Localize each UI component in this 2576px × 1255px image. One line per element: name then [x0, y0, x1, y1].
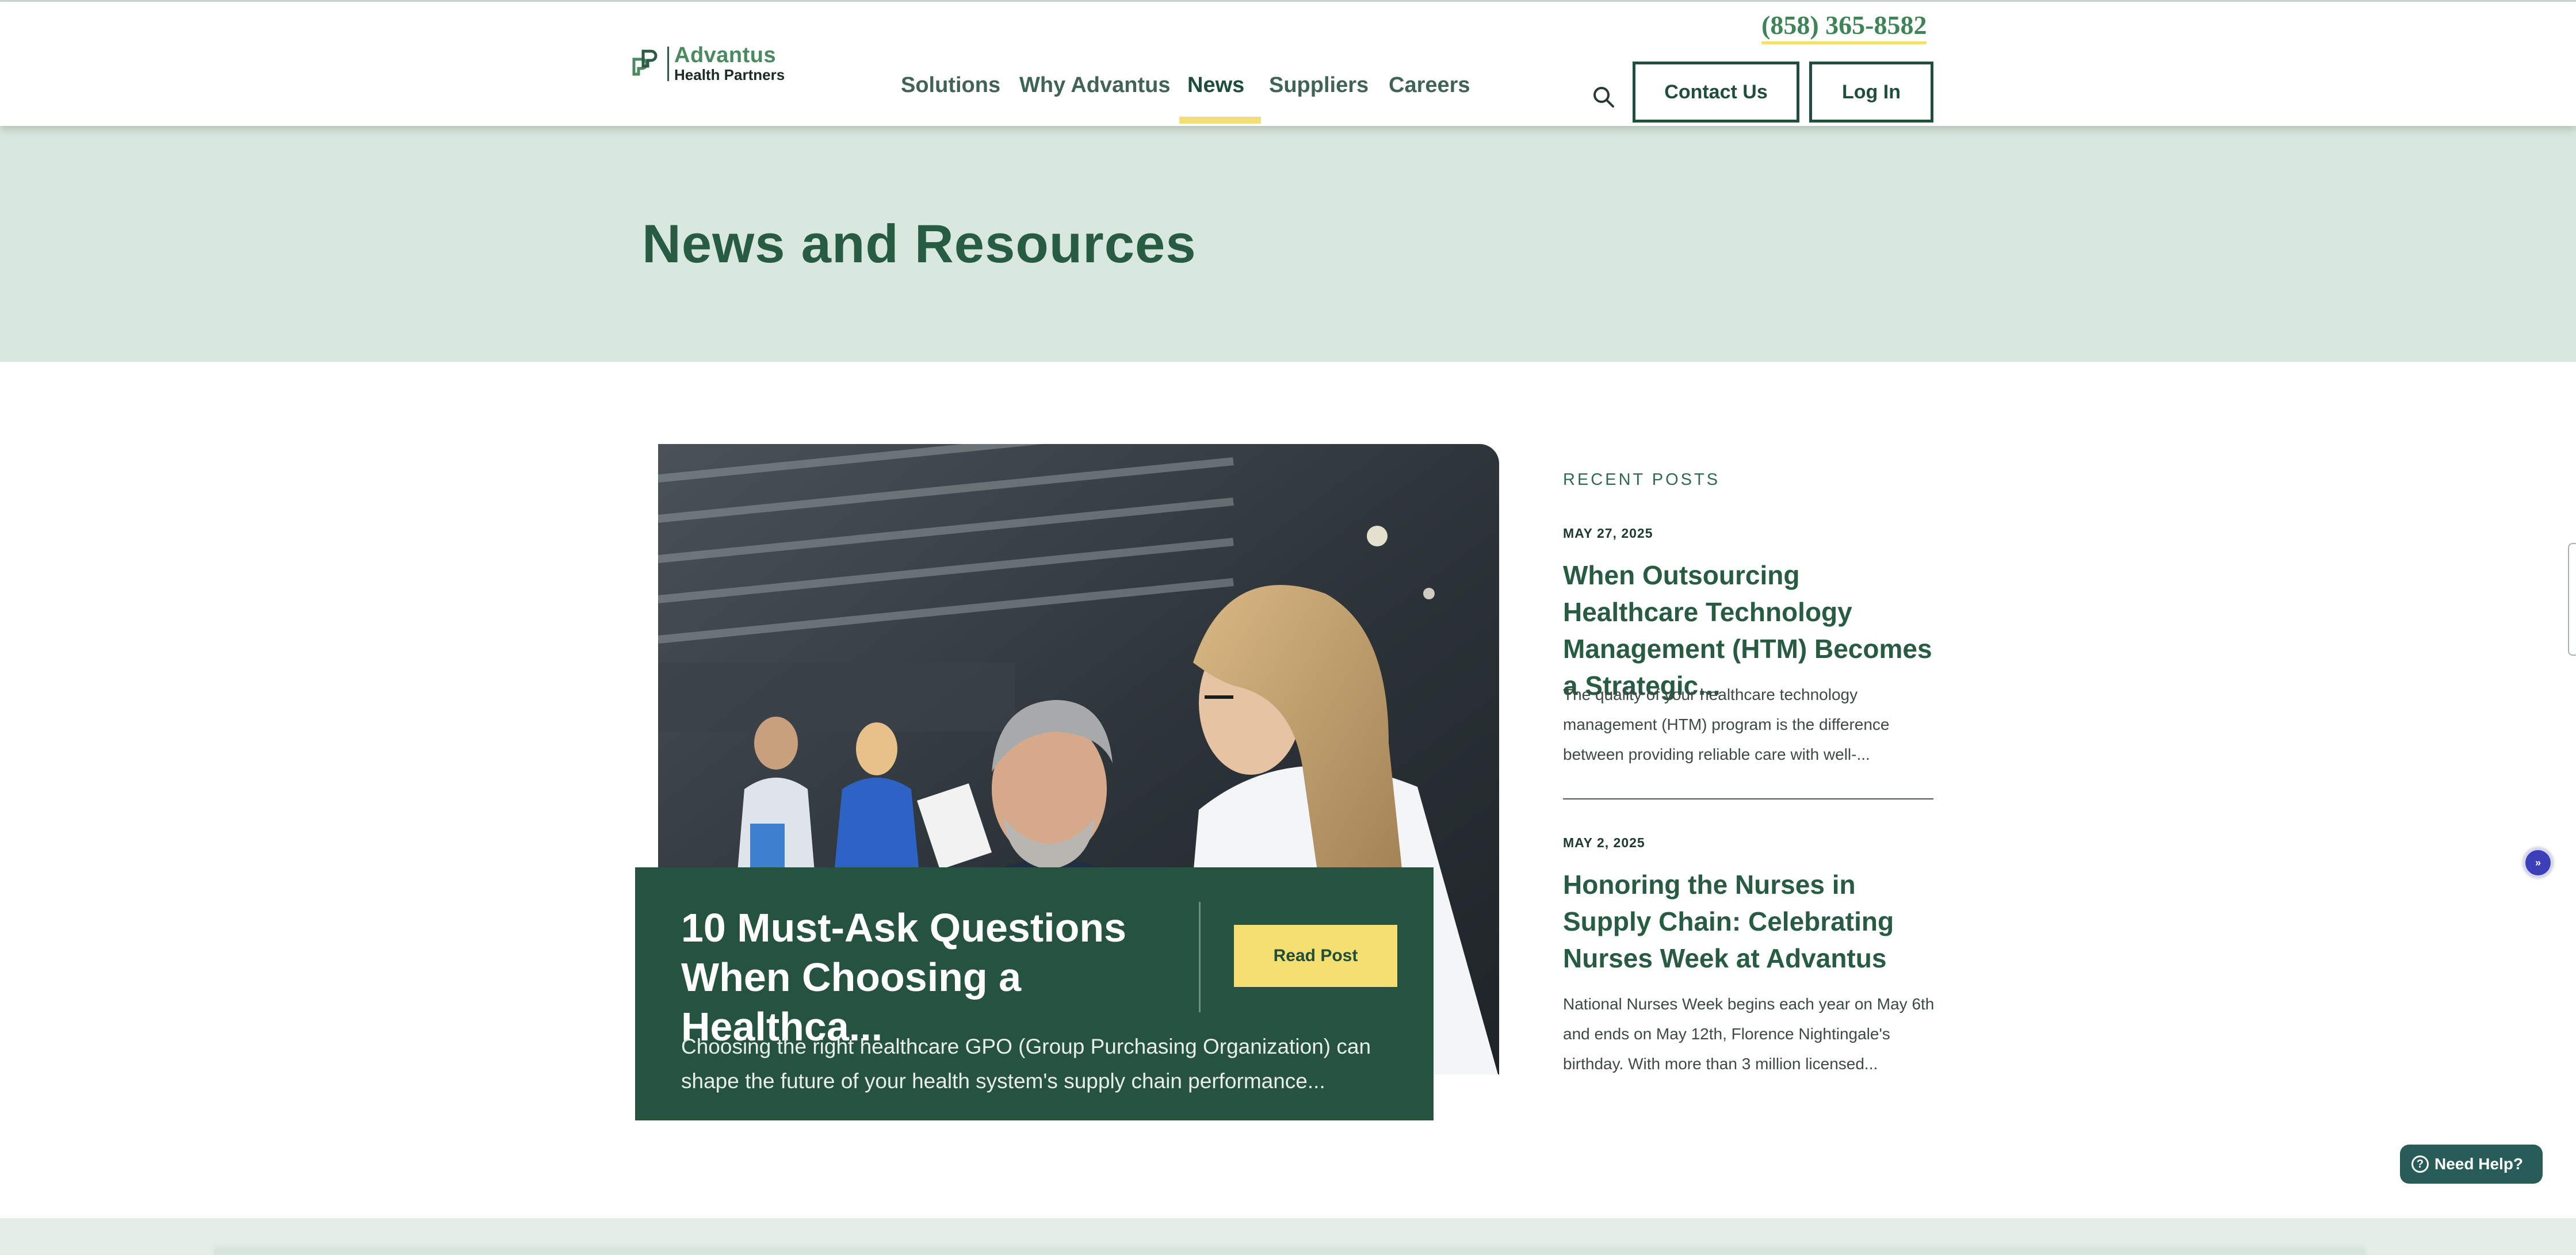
logo-wordmark-bottom: Health Partners — [674, 66, 785, 83]
nav-item-solutions[interactable]: Solutions — [901, 73, 1000, 98]
contact-us-button[interactable]: Contact Us — [1633, 62, 1799, 123]
search-icon[interactable] — [1592, 85, 1615, 108]
card-divider — [1199, 902, 1201, 1012]
site-header: Advantus Health Partners (858) 365-8582 … — [0, 2, 2576, 126]
need-help-label: Need Help? — [2434, 1155, 2524, 1173]
accessibility-icon[interactable]: » — [2523, 848, 2553, 878]
advantus-logo-icon — [632, 49, 658, 76]
post-excerpt: National Nurses Week begins each year on… — [1563, 995, 1935, 1073]
featured-post-card: 10 Must-Ask Questions When Choosing a He… — [635, 867, 1434, 1120]
post-excerpt: The quality of your healthcare technolog… — [1563, 686, 1890, 763]
nav-item-why-advantus[interactable]: Why Advantus — [1019, 73, 1171, 98]
logo-wordmark-top: Advantus — [674, 43, 777, 67]
post-title-link[interactable]: Honoring the Nurses in Supply Chain: Cel… — [1563, 866, 1937, 977]
read-post-button[interactable]: Read Post — [1234, 925, 1397, 987]
active-nav-indicator — [1179, 117, 1261, 124]
featured-post-excerpt: Choosing the right healthcare GPO (Group… — [681, 1035, 1371, 1093]
phone-link[interactable]: (858) 365-8582 — [1761, 10, 1927, 44]
help-icon: ? — [2411, 1155, 2429, 1173]
page-title: News and Resources — [642, 213, 1197, 274]
logo-divider — [667, 47, 669, 81]
footer-panel — [214, 1249, 2365, 1255]
post-date: MAY 2, 2025 — [1563, 835, 1645, 850]
hero-banner — [0, 126, 2576, 362]
log-in-button[interactable]: Log In — [1809, 62, 1933, 123]
site-logo[interactable]: Advantus Health Partners — [630, 43, 785, 85]
nav-item-news[interactable]: News — [1187, 73, 1244, 98]
recent-posts-heading: RECENT POSTS — [1563, 470, 1721, 489]
nav-item-careers[interactable]: Careers — [1389, 73, 1470, 98]
post-divider — [1563, 798, 1933, 799]
need-help-button[interactable]: ? Need Help? — [2400, 1145, 2543, 1184]
side-feedback-tab[interactable] — [2568, 543, 2576, 656]
post-date: MAY 27, 2025 — [1563, 526, 1653, 541]
nav-item-suppliers[interactable]: Suppliers — [1269, 73, 1369, 98]
